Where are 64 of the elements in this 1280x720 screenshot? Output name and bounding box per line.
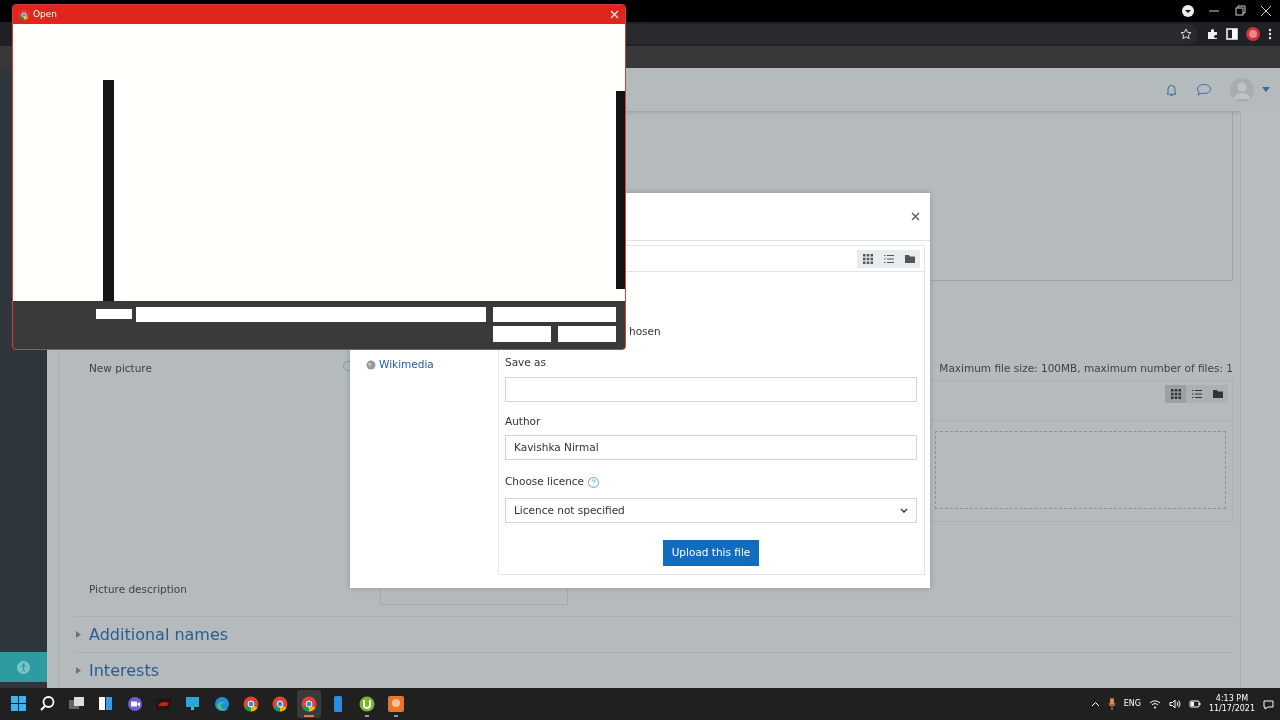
- chevron-icon: [900, 508, 908, 513]
- profile-menu-icon[interactable]: [1182, 5, 1194, 17]
- taskbar-button[interactable]: [297, 690, 321, 718]
- save-as-field[interactable]: [505, 376, 917, 402]
- folder-view-icon: [903, 252, 916, 265]
- chat-icon: [125, 694, 145, 714]
- list-view-icon: [1190, 388, 1203, 400]
- grid-view-icon: [861, 252, 874, 265]
- author-field[interactable]: Kavishka Nirmal: [505, 435, 917, 461]
- repository-link[interactable]: Wikimedia: [366, 357, 498, 373]
- close-icon[interactable]: [911, 212, 920, 221]
- window-title-bar: Open: [13, 5, 625, 24]
- menu-icon[interactable]: [1268, 28, 1272, 40]
- language-indicator[interactable]: ENG: [1123, 698, 1141, 710]
- field-label: Author: [505, 413, 541, 429]
- clock[interactable]: 4:13 PM 11/17/2021: [1208, 694, 1255, 714]
- star-icon[interactable]: [1180, 28, 1192, 40]
- field-label: Picture description: [89, 582, 187, 597]
- grid-view-icon: [1169, 388, 1182, 400]
- browser-icon: [241, 694, 261, 714]
- field-label: New picture: [89, 361, 152, 377]
- restore-icon[interactable]: [1234, 5, 1246, 17]
- start-icon: [9, 694, 29, 714]
- field-label: Choose licence: [505, 474, 585, 490]
- folder-view-button[interactable]: [1207, 385, 1228, 403]
- browser-icon: [270, 694, 290, 714]
- chevron-up-icon[interactable]: [1090, 701, 1100, 707]
- file-limits-text: Maximum file size: 100MB, maximum number of files: 1: [939, 361, 1233, 377]
- microphone-icon[interactable]: [1107, 698, 1116, 710]
- grid-view-button[interactable]: [1165, 385, 1186, 403]
- torrent-icon: [357, 694, 377, 714]
- notification-icon[interactable]: [1263, 698, 1274, 710]
- chrome-icon: [19, 9, 29, 20]
- avatar-icon[interactable]: [1246, 27, 1260, 41]
- scrollbar[interactable]: [616, 91, 625, 289]
- list-view-button[interactable]: [1186, 385, 1207, 403]
- file-name-field[interactable]: [136, 307, 486, 322]
- folder-view-icon: [1211, 388, 1224, 400]
- volume-icon[interactable]: [1168, 699, 1181, 709]
- blank-label: [96, 309, 132, 319]
- list-view-icon: [882, 252, 895, 265]
- puzzle-icon[interactable]: [1206, 28, 1218, 40]
- accessibility-icon: [17, 660, 30, 674]
- sidebar-icon[interactable]: [1226, 28, 1238, 40]
- globe-icon: [366, 359, 376, 370]
- section-toggle[interactable]: Additional names: [75, 622, 229, 647]
- section-toggle[interactable]: Interests: [75, 658, 159, 683]
- upload-button[interactable]: Upload this file: [662, 540, 760, 566]
- folder-view-button[interactable]: [899, 249, 920, 268]
- bell-icon[interactable]: [1165, 82, 1178, 97]
- chat-icon[interactable]: [1196, 82, 1212, 97]
- field-label: Save as: [505, 354, 546, 370]
- file-status-text: hosen: [629, 324, 662, 339]
- browser-icon: [299, 694, 319, 714]
- caret-icon: [75, 631, 81, 638]
- grid-view-button[interactable]: [857, 249, 878, 268]
- browser-icon: [212, 694, 232, 714]
- battery-icon[interactable]: [1188, 699, 1201, 709]
- wifi-icon[interactable]: [1148, 699, 1161, 709]
- caret-icon[interactable]: [1262, 87, 1270, 93]
- licence-select[interactable]: Licence not specified: [505, 498, 917, 523]
- caret-icon: [75, 667, 81, 674]
- app-icon: [386, 694, 406, 714]
- scrollbar[interactable]: [103, 80, 114, 301]
